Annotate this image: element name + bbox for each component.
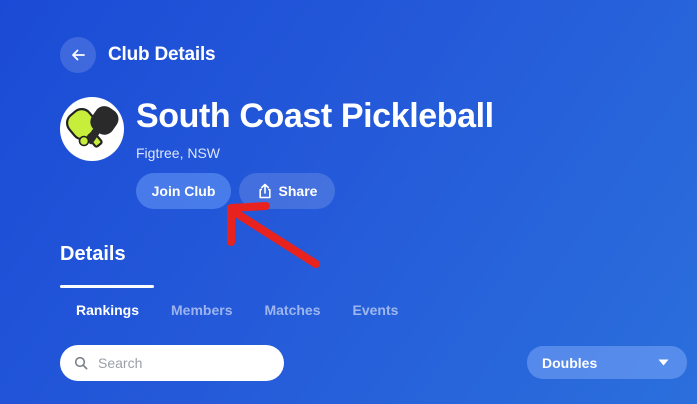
- tab-rankings[interactable]: Rankings: [60, 302, 155, 318]
- tab-members[interactable]: Members: [155, 302, 248, 318]
- join-club-label: Join Club: [151, 183, 216, 199]
- share-button[interactable]: Share: [239, 173, 335, 209]
- pickleball-paddles-icon: [65, 106, 119, 148]
- share-icon: [258, 183, 271, 199]
- search-box[interactable]: [60, 345, 284, 381]
- tab-matches[interactable]: Matches: [248, 302, 336, 318]
- club-location: Figtree, NSW: [136, 145, 221, 161]
- details-heading: Details: [60, 243, 126, 265]
- club-logo: [60, 97, 124, 161]
- join-club-button[interactable]: Join Club: [136, 173, 231, 209]
- tab-indicator: [60, 285, 154, 288]
- search-icon: [74, 356, 88, 370]
- back-button[interactable]: [60, 37, 96, 73]
- club-name: South Coast Pickleball: [136, 97, 494, 135]
- caret-down-icon: [658, 359, 669, 366]
- share-label: Share: [278, 183, 318, 199]
- page-header: Club Details: [60, 37, 216, 73]
- search-input[interactable]: [96, 354, 270, 372]
- details-tabs: Rankings Members Matches Events: [60, 302, 414, 318]
- format-select-value: Doubles: [542, 354, 598, 371]
- page-title: Club Details: [108, 44, 216, 65]
- format-select[interactable]: Doubles: [527, 346, 687, 379]
- tab-events[interactable]: Events: [337, 302, 415, 318]
- arrow-left-icon: [72, 49, 85, 61]
